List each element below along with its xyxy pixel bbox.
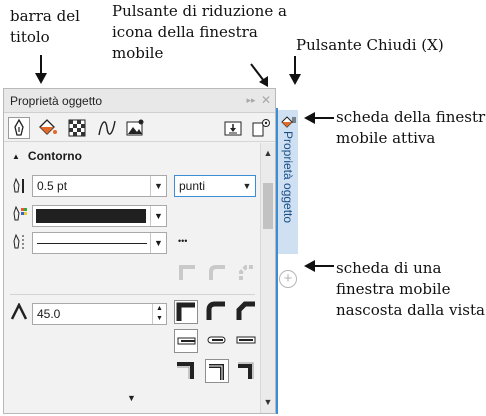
annotation-line: Pulsante Chiudi (X) bbox=[296, 36, 444, 54]
image-icon bbox=[126, 119, 144, 136]
line-style-picker[interactable]: ▼ bbox=[32, 232, 167, 254]
settings-page-icon bbox=[252, 119, 270, 137]
arrow-diagonal-icon bbox=[250, 63, 268, 87]
outline-color-picker[interactable]: ▼ bbox=[32, 205, 167, 227]
collapse-section-icon: ▲ bbox=[12, 152, 20, 161]
dropdown-arrow-icon[interactable]: ▼ bbox=[150, 176, 166, 196]
bitmap-tab-button[interactable] bbox=[124, 117, 146, 139]
miter-limit-input[interactable]: 45.0 ▲ ▼ bbox=[32, 303, 167, 325]
line-style-preview bbox=[37, 243, 147, 244]
add-docker-icon[interactable]: + bbox=[279, 270, 297, 288]
annotation-minimize: Pulsante di riduzione a icona della fine… bbox=[112, 1, 287, 64]
annotation-line: nascosta dalla vista bbox=[336, 301, 485, 319]
pen-nib-icon bbox=[14, 118, 24, 136]
line-cap-extended-button[interactable] bbox=[235, 329, 259, 353]
close-docker-button[interactable]: ✕ bbox=[259, 93, 273, 107]
docker-content: ▲ Contorno 0.5 pt ▼ punti ▼ ▼ ▼ ••• 45.0… bbox=[4, 143, 259, 391]
corner-miter-icon bbox=[176, 302, 195, 321]
fill-tab-button[interactable] bbox=[36, 117, 58, 139]
outline-width-combo[interactable]: 0.5 pt ▼ bbox=[32, 175, 167, 197]
scroll-thumb[interactable] bbox=[263, 183, 273, 229]
dropdown-arrow-icon[interactable]: ▼ bbox=[150, 233, 166, 253]
outline-section-label: Contorno bbox=[27, 149, 82, 163]
position-outside-icon bbox=[177, 362, 194, 379]
curve-icon bbox=[98, 120, 116, 136]
frame-download-icon bbox=[224, 121, 242, 136]
miter-limit-value: 45.0 bbox=[37, 307, 61, 321]
miter-limit-icon bbox=[10, 303, 28, 320]
docker-scrollbar[interactable]: ▲ ▼ bbox=[260, 143, 275, 413]
dropdown-arrow-icon[interactable]: ▼ bbox=[150, 206, 166, 226]
active-docker-tab[interactable]: Proprietà oggetto bbox=[278, 110, 298, 254]
object-properties-docker: Proprietà oggetto ▸▸ ✕ ▲ Contorno 0.5 pt… bbox=[3, 88, 276, 414]
corner-miter-button[interactable] bbox=[174, 300, 198, 324]
spinner-arrows-icon[interactable]: ▲ ▼ bbox=[152, 304, 166, 324]
curve-tab-button[interactable] bbox=[96, 117, 118, 139]
annotation-line: finestra mobile bbox=[336, 280, 451, 298]
outline-tab-button[interactable] bbox=[8, 117, 30, 139]
outline-color-icon bbox=[13, 205, 27, 221]
line-cap-square-icon bbox=[177, 337, 196, 345]
docker-title-bar[interactable]: Proprietà oggetto ▸▸ ✕ bbox=[4, 89, 275, 113]
annotation-line: icona della finestra bbox=[112, 23, 258, 41]
position-outside-button[interactable] bbox=[174, 359, 198, 383]
outline-color-swatch bbox=[36, 209, 146, 223]
paint-bucket-icon bbox=[39, 119, 57, 135]
scroll-up-icon[interactable]: ▲ bbox=[261, 146, 275, 160]
checkerboard-icon bbox=[68, 119, 86, 137]
corner-miter-disabled-icon bbox=[179, 265, 195, 280]
annotation-active-tab: scheda della finestra mobile attiva bbox=[336, 107, 486, 149]
wrap-text-button[interactable] bbox=[222, 117, 244, 139]
active-tab-label: Proprietà oggetto bbox=[281, 131, 295, 224]
annotation-title-bar: barra del titolo bbox=[10, 6, 80, 48]
transparency-tab-button[interactable] bbox=[66, 117, 88, 139]
units-combo[interactable]: punti ▼ bbox=[174, 175, 256, 197]
annotation-close: Pulsante Chiudi (X) bbox=[296, 35, 444, 56]
outline-width-icon bbox=[13, 177, 24, 193]
line-cap-round-icon bbox=[207, 336, 226, 344]
annotation-line: mobile bbox=[112, 44, 164, 62]
section-divider bbox=[10, 294, 255, 295]
scroll-down-icon[interactable]: ▼ bbox=[261, 395, 275, 409]
collapse-docker-button[interactable]: ▸▸ bbox=[244, 93, 258, 107]
active-tab-label-wrap: Proprietà oggetto bbox=[280, 131, 296, 254]
position-inside-button[interactable] bbox=[235, 359, 259, 383]
annotation-line: titolo bbox=[10, 28, 50, 46]
docker-toolbar bbox=[4, 114, 275, 142]
more-options-button[interactable]: ▼ bbox=[4, 393, 259, 411]
corner-bevel-disabled-icon bbox=[239, 265, 255, 280]
line-style-settings-button[interactable]: ••• bbox=[178, 236, 187, 246]
annotation-line: scheda di una bbox=[336, 259, 442, 277]
line-cap-extended-icon bbox=[236, 336, 256, 344]
object-properties-icon bbox=[281, 116, 296, 128]
corner-bevel-icon bbox=[236, 301, 255, 320]
arrow-left-icon bbox=[304, 112, 334, 124]
outline-width-value: 0.5 pt bbox=[37, 179, 68, 193]
annotation-hidden-tab: scheda di una finestra mobile nascosta d… bbox=[336, 258, 485, 321]
corner-round-icon bbox=[206, 301, 225, 320]
position-inside-icon bbox=[238, 362, 254, 379]
line-cap-square-button[interactable] bbox=[174, 329, 198, 353]
dropdown-arrow-icon[interactable]: ▼ bbox=[239, 176, 255, 196]
units-value: punti bbox=[179, 179, 206, 193]
annotation-line: Pulsante di riduzione a bbox=[112, 2, 287, 20]
corner-bevel-button[interactable] bbox=[235, 300, 259, 324]
line-cap-round-button[interactable] bbox=[205, 329, 229, 353]
docker-tab-strip: Proprietà oggetto + bbox=[276, 108, 298, 414]
annotation-line: scheda della finestra bbox=[336, 108, 486, 126]
annotation-line: mobile attiva bbox=[336, 129, 436, 147]
docker-options-button[interactable] bbox=[250, 117, 272, 139]
annotation-line: barra del bbox=[10, 7, 80, 25]
corner-round-disabled-icon bbox=[209, 265, 225, 280]
corner-round-button[interactable] bbox=[205, 300, 229, 324]
position-center-icon bbox=[209, 364, 224, 380]
docker-title: Proprietà oggetto bbox=[10, 94, 103, 108]
outline-section-header[interactable]: ▲ Contorno bbox=[12, 149, 82, 163]
arrow-left-icon bbox=[304, 260, 334, 272]
position-center-button[interactable] bbox=[205, 359, 229, 383]
line-style-icon bbox=[13, 233, 24, 249]
arrow-down-icon bbox=[35, 55, 47, 84]
arrow-down-icon bbox=[289, 56, 301, 85]
